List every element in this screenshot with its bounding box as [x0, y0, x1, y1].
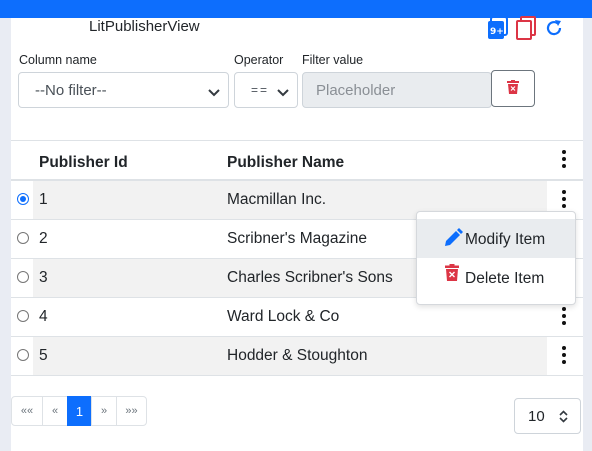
row-more-icon[interactable] — [560, 346, 568, 366]
next-page-button[interactable]: » — [91, 396, 117, 426]
table-header: Publisher Id Publisher Name — [11, 141, 583, 181]
publisher-view-panel: LitPublisherView 9+ Column name Operator… — [11, 16, 583, 451]
page-size-value: 10 — [528, 407, 545, 425]
row-select-radio[interactable] — [17, 232, 29, 244]
row-select-radio[interactable] — [17, 271, 29, 283]
export-icon[interactable]: 9+ — [487, 16, 509, 40]
filter-value-input[interactable]: Placeholder — [302, 72, 492, 108]
operator-select[interactable]: == — [234, 72, 298, 108]
row-more-icon[interactable] — [560, 190, 568, 210]
pencil-icon — [443, 228, 463, 253]
page-size-select[interactable]: 10 — [514, 398, 581, 434]
modify-item-label: Modify Item — [465, 231, 546, 248]
modify-item-menu-option[interactable]: Modify Item — [417, 219, 575, 258]
column-name-value: --No filter-- — [35, 81, 107, 99]
svg-text:9+: 9+ — [490, 27, 504, 37]
publisher-name-cell: Macmillan Inc. — [227, 191, 327, 208]
publisher-name-cell: Hodder & Stoughton — [227, 347, 368, 364]
operator-value: == — [251, 83, 270, 97]
page-1-button[interactable]: 1 — [67, 396, 92, 426]
operator-label: Operator — [234, 53, 284, 67]
row-context-menu: Modify Item Delete Item — [416, 211, 576, 305]
last-page-button[interactable]: »» — [116, 396, 147, 426]
row-more-icon[interactable] — [560, 307, 568, 327]
chevron-down-icon — [277, 85, 289, 102]
column-name-select[interactable]: --No filter-- — [18, 72, 229, 108]
row-select-radio[interactable] — [17, 349, 29, 361]
refresh-icon[interactable] — [543, 16, 565, 40]
previous-page-button[interactable]: « — [42, 396, 68, 426]
publisher-id-cell: 4 — [39, 308, 48, 325]
delete-item-label: Delete Item — [465, 270, 545, 287]
filter-value-label: Filter value — [302, 53, 364, 67]
clear-filter-button[interactable] — [491, 70, 535, 107]
up-down-chevron-icon — [559, 410, 568, 427]
column-name-label: Column name — [19, 53, 97, 67]
publisher-id-cell: 3 — [39, 269, 48, 286]
copy-icon[interactable] — [515, 16, 537, 40]
pagination: «« « 1 » »» — [11, 396, 147, 426]
toolbar: 9+ — [487, 16, 565, 40]
right-scroll-gutter — [583, 18, 592, 451]
column-header-publisher-id[interactable]: Publisher Id — [39, 154, 128, 172]
column-header-publisher-name[interactable]: Publisher Name — [227, 154, 344, 172]
publisher-name-cell: Charles Scribner's Sons — [227, 269, 393, 286]
trash-icon — [507, 79, 519, 98]
row-select-radio[interactable] — [17, 310, 29, 322]
delete-item-menu-option[interactable]: Delete Item — [417, 258, 575, 297]
publisher-id-cell: 5 — [39, 347, 48, 364]
view-title: LitPublisherView — [89, 18, 200, 35]
chevron-down-icon — [208, 85, 220, 102]
table-row[interactable]: 5 Hodder & Stoughton — [11, 337, 583, 376]
publisher-name-cell: Ward Lock & Co — [227, 308, 340, 325]
publisher-name-cell: Scribner's Magazine — [227, 230, 367, 247]
filter-value-placeholder: Placeholder — [316, 81, 396, 99]
header-more-icon[interactable] — [560, 150, 568, 170]
row-select-radio[interactable] — [17, 193, 29, 205]
publisher-id-cell: 1 — [39, 191, 48, 208]
publisher-id-cell: 2 — [39, 230, 48, 247]
trash-icon — [445, 264, 459, 286]
first-page-button[interactable]: «« — [11, 396, 43, 426]
